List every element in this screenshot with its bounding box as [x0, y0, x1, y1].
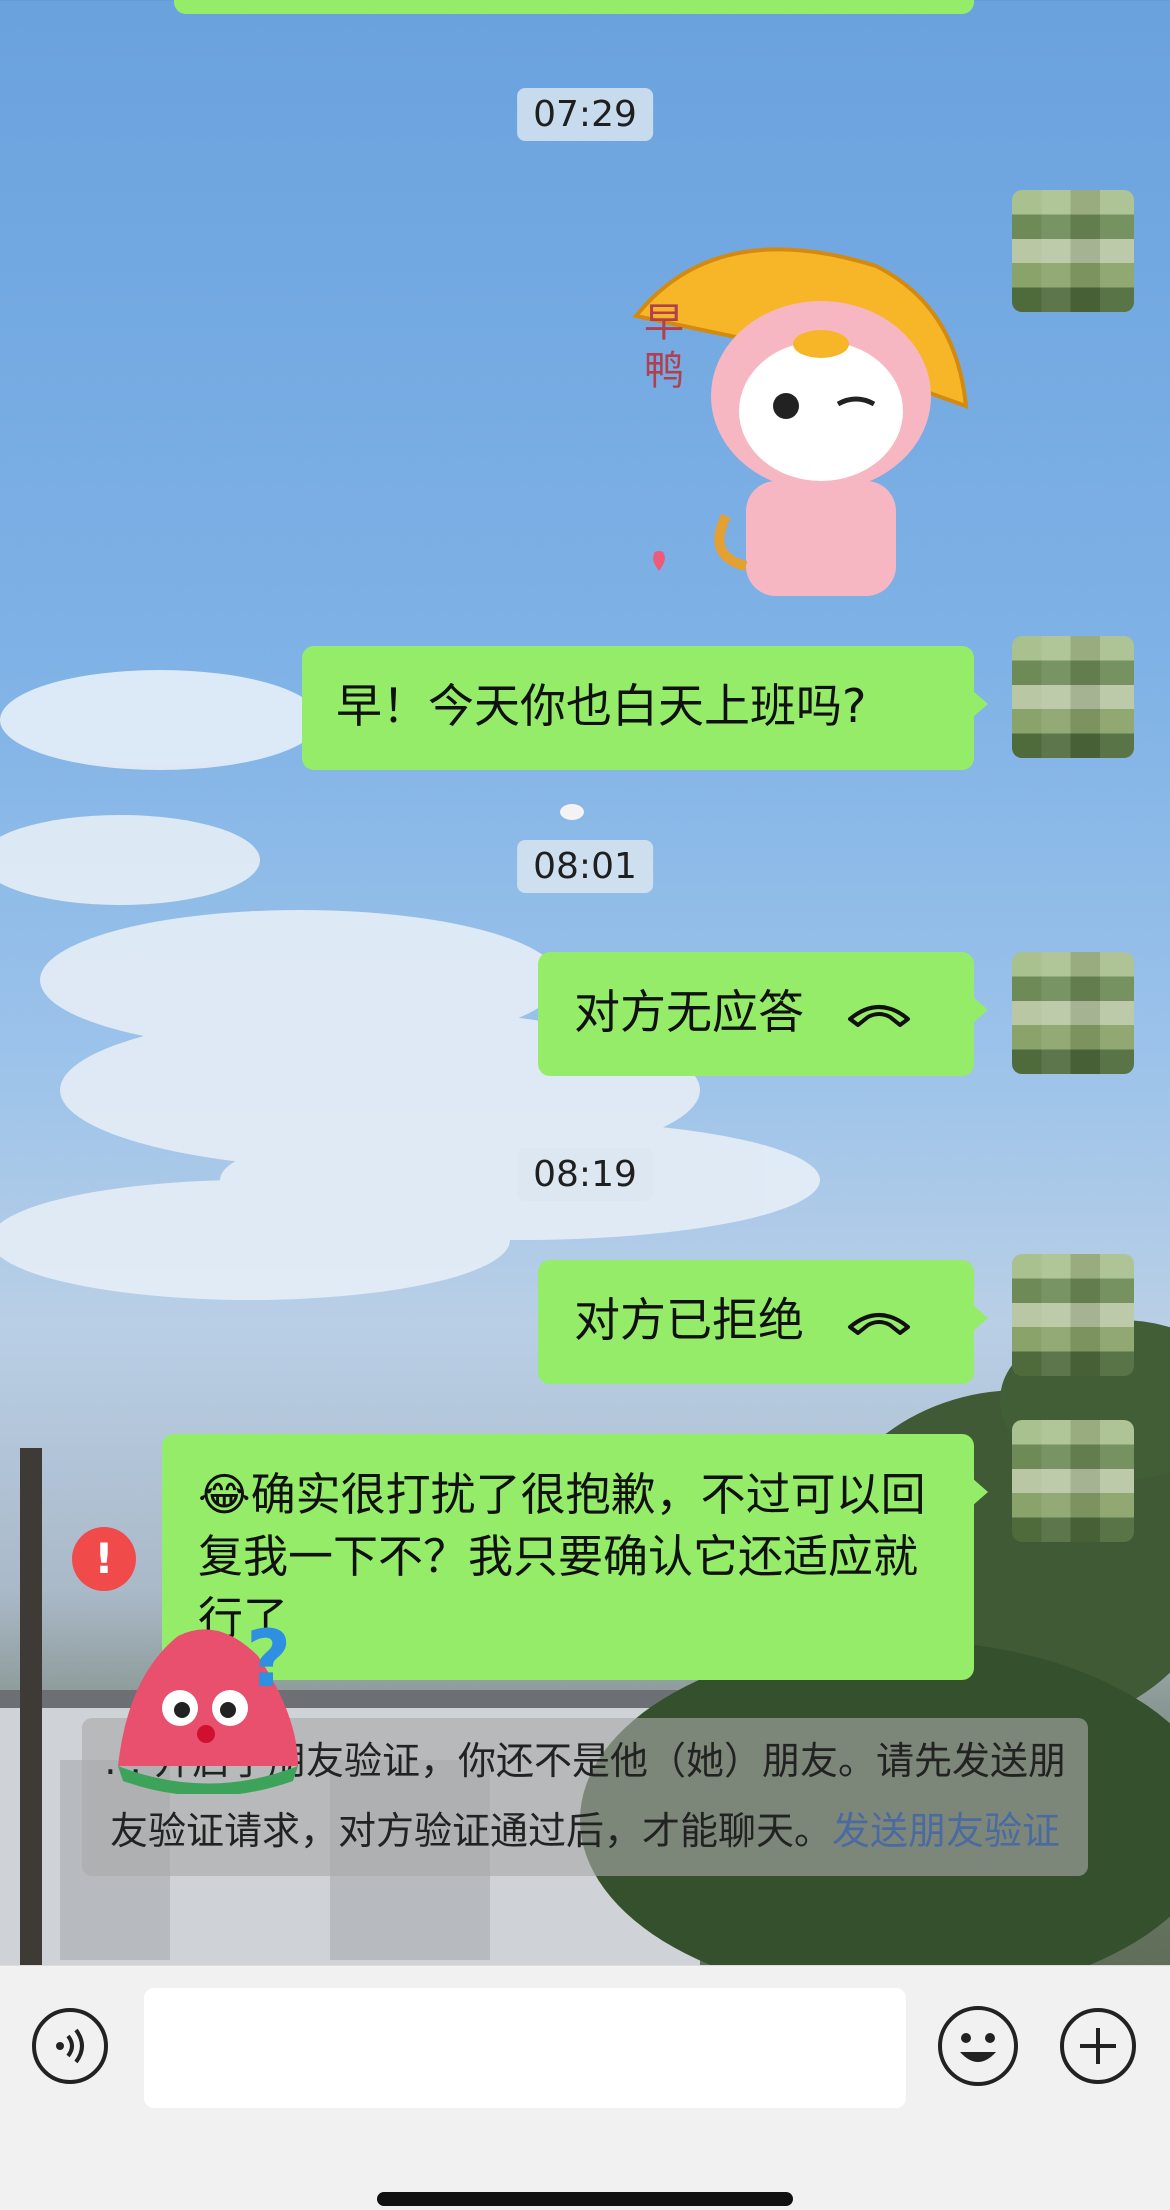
call-status-text: 对方无应答: [574, 985, 804, 1039]
sticker-char-1: 早: [644, 300, 684, 346]
previous-message-bubble: [174, 0, 974, 14]
avatar[interactable]: [1012, 1254, 1134, 1376]
message-bubble[interactable]: 早！今天你也白天上班吗?: [302, 646, 988, 770]
morning-duck-sticker[interactable]: 早 鸭: [576, 236, 976, 602]
avatar[interactable]: [1012, 190, 1134, 312]
timestamp: 07:29: [517, 88, 653, 141]
avatar[interactable]: [1012, 952, 1134, 1074]
sticker-char-2: 鸭: [644, 348, 684, 394]
home-indicator: [377, 2192, 793, 2206]
call-record-bubble[interactable]: 对方无应答: [538, 952, 988, 1076]
send-failed-icon[interactable]: !: [72, 1527, 136, 1591]
voice-icon[interactable]: [30, 2006, 110, 2086]
phone-hangup-icon: [848, 1005, 910, 1027]
status-dot: [560, 804, 584, 820]
call-status-text: 对方已拒绝: [574, 1293, 804, 1347]
plus-icon[interactable]: [1058, 2006, 1138, 2086]
watermelon-question-sticker: ?: [118, 1616, 298, 1794]
avatar[interactable]: [1012, 636, 1134, 758]
send-verification-link[interactable]: 发送朋友验证: [832, 1809, 1060, 1853]
emoji-icon[interactable]: [936, 2004, 1020, 2088]
laugh-emoji: 😂: [198, 1468, 251, 1521]
avatar[interactable]: [1012, 1420, 1134, 1542]
timestamp: 08:01: [517, 840, 653, 893]
message-text: 早！今天你也白天上班吗?: [336, 679, 867, 733]
message-input[interactable]: [144, 1988, 906, 2108]
chat-input-bar: [0, 1965, 1170, 2210]
sticker-text: 早 鸭: [644, 300, 697, 394]
call-record-bubble[interactable]: 对方已拒绝: [538, 1260, 988, 1384]
timestamp: 08:19: [517, 1148, 653, 1201]
phone-hangup-icon: [848, 1313, 910, 1335]
svg-text:?: ?: [246, 1616, 291, 1705]
